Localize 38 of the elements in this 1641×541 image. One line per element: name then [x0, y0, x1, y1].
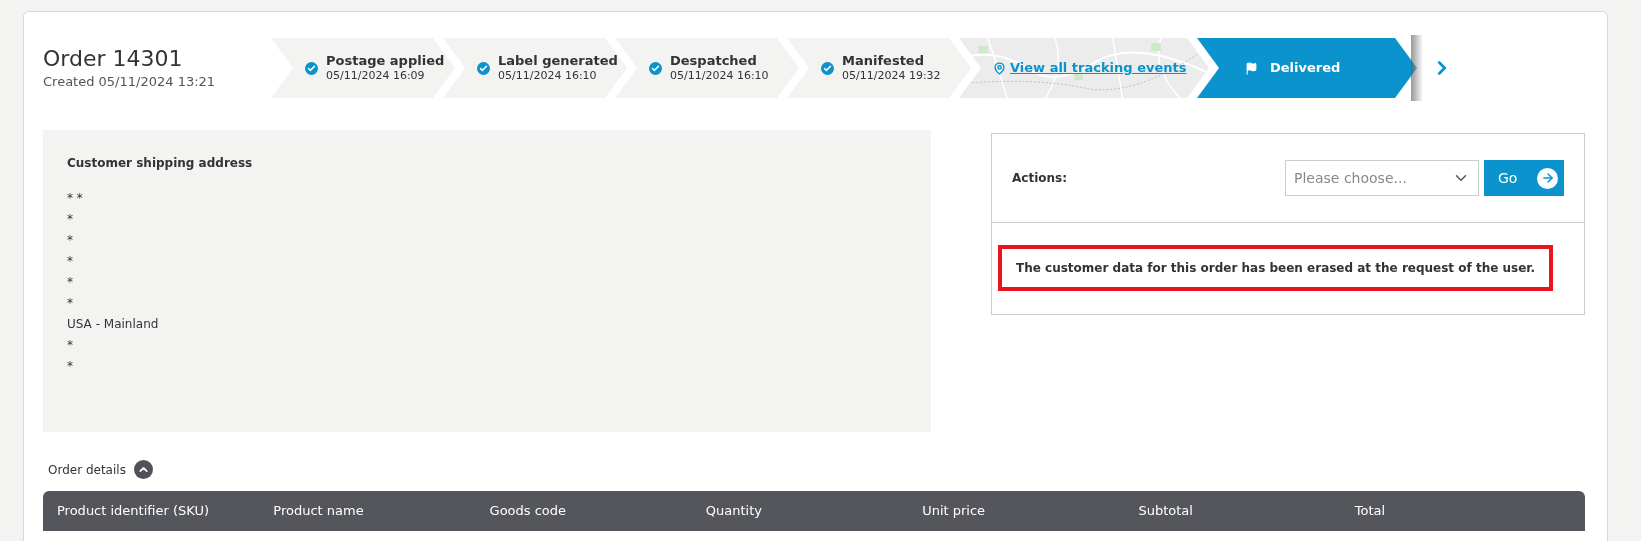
erased-notice: The customer data for this order has been erased at the request of the user. — [998, 245, 1554, 291]
arrow-right-icon — [1537, 167, 1558, 189]
step-label: Postage applied — [326, 53, 445, 70]
action-select[interactable]: Please choose... — [1285, 160, 1479, 196]
column-header: Total — [1354, 502, 1387, 521]
step-label: Manifested — [842, 53, 925, 70]
created-date: Created 05/11/2024 13:21 — [43, 73, 217, 91]
address-line: * — [67, 253, 74, 270]
step-label: Label generated — [498, 53, 618, 70]
step-shadow — [1411, 35, 1423, 101]
address-line: * — [67, 232, 74, 249]
column-header: Subtotal — [1138, 502, 1194, 521]
column-header: Product name — [273, 502, 365, 521]
address-line: * — [67, 337, 74, 354]
column-header: Product identifier (SKU) — [57, 502, 211, 521]
collapse-toggle[interactable] — [133, 460, 153, 479]
address-line: * — [67, 358, 74, 375]
address-line: USA - Mainland — [67, 316, 160, 333]
go-button[interactable]: Go — [1484, 160, 1564, 196]
order-title: Order 14301 — [43, 44, 184, 72]
address-heading: Customer shipping address — [67, 155, 254, 172]
column-header: Unit price — [922, 502, 987, 521]
address-line: * — [67, 211, 74, 228]
step-time: 05/11/2024 19:32 — [842, 69, 941, 83]
column-header: Goods code — [489, 502, 568, 521]
flag-icon — [1245, 61, 1258, 75]
step-time: 05/11/2024 16:09 — [326, 69, 426, 83]
order-details-label: Order details — [48, 461, 126, 479]
step-time: 05/11/2024 16:10 — [498, 69, 598, 83]
address-line: * * — [67, 190, 84, 207]
step-label: Despatched — [670, 53, 758, 70]
address-line: * — [67, 274, 74, 291]
step-time: 05/11/2024 16:10 — [670, 69, 769, 83]
actions-label: Actions: — [1012, 170, 1067, 187]
address-line: * — [67, 295, 74, 312]
column-header: Quantity — [705, 502, 764, 521]
location-pin-icon — [993, 61, 1006, 75]
step-label: Delivered — [1270, 59, 1341, 78]
